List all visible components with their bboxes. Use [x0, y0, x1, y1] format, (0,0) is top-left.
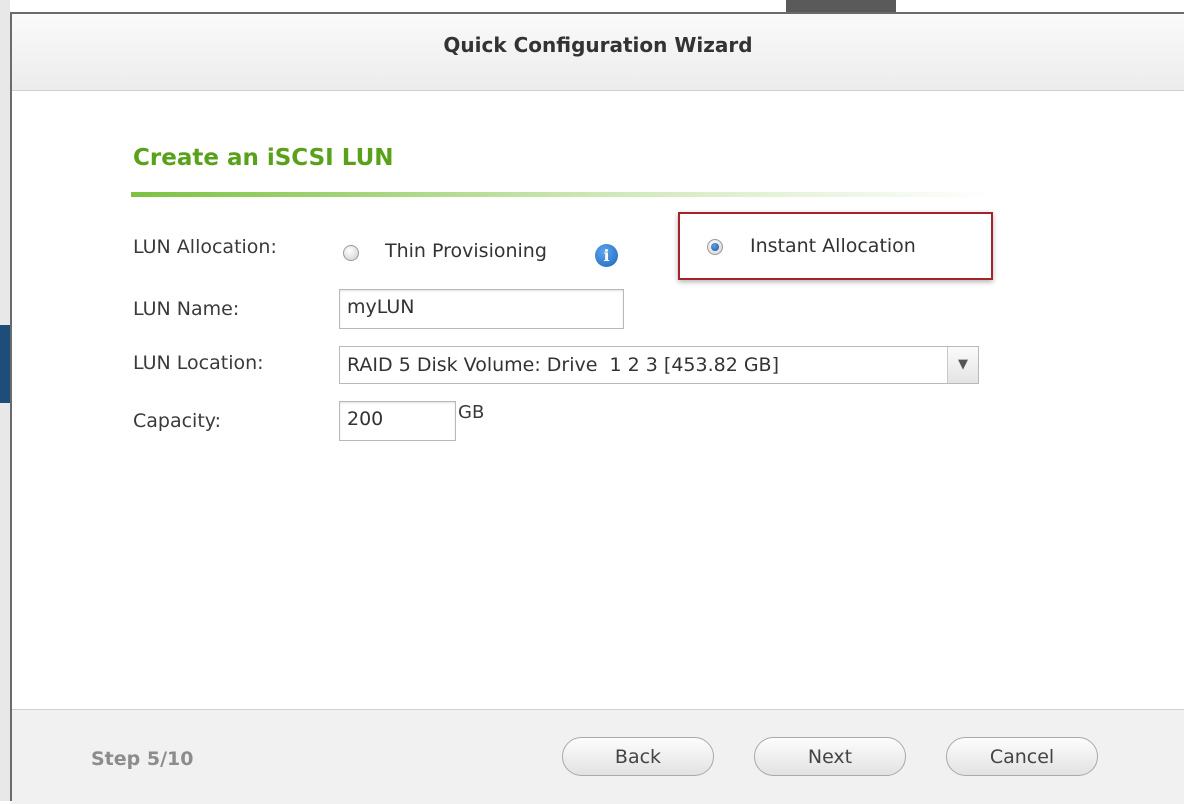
thin-provisioning-radio[interactable] — [343, 245, 359, 261]
dialog-footer: Step 5/10 Back Next Cancel — [12, 709, 1184, 804]
instant-allocation-radio[interactable] — [707, 239, 723, 255]
back-button[interactable]: Back — [562, 737, 714, 776]
capacity-unit: GB — [458, 402, 485, 423]
lun-location-value: RAID 5 Disk Volume: Drive 1 2 3 [453.82 … — [347, 354, 780, 376]
lun-name-input[interactable]: myLUN — [339, 289, 624, 329]
step-indicator: Step 5/10 — [91, 748, 194, 770]
lun-location-label: LUN Location: — [133, 352, 264, 374]
next-button[interactable]: Next — [754, 737, 906, 776]
background-window-selection — [0, 325, 10, 403]
cancel-button[interactable]: Cancel — [946, 737, 1098, 776]
capacity-label: Capacity: — [133, 410, 222, 432]
lun-allocation-label: LUN Allocation: — [133, 236, 277, 258]
dialog-title: Quick Configuration Wizard — [12, 14, 1184, 91]
capacity-input[interactable]: 200 — [339, 401, 456, 441]
instant-allocation-label[interactable]: Instant Allocation — [750, 235, 916, 257]
info-icon[interactable]: i — [595, 244, 618, 267]
section-title: Create an iSCSI LUN — [133, 145, 394, 171]
wizard-dialog: Quick Configuration Wizard Create an iSC… — [10, 12, 1184, 804]
thin-provisioning-label[interactable]: Thin Provisioning — [385, 240, 547, 262]
lun-location-select[interactable]: RAID 5 Disk Volume: Drive 1 2 3 [453.82 … — [339, 346, 979, 384]
lun-name-label: LUN Name: — [133, 298, 240, 320]
section-divider — [131, 192, 991, 197]
chevron-down-icon[interactable]: ▼ — [947, 347, 978, 383]
